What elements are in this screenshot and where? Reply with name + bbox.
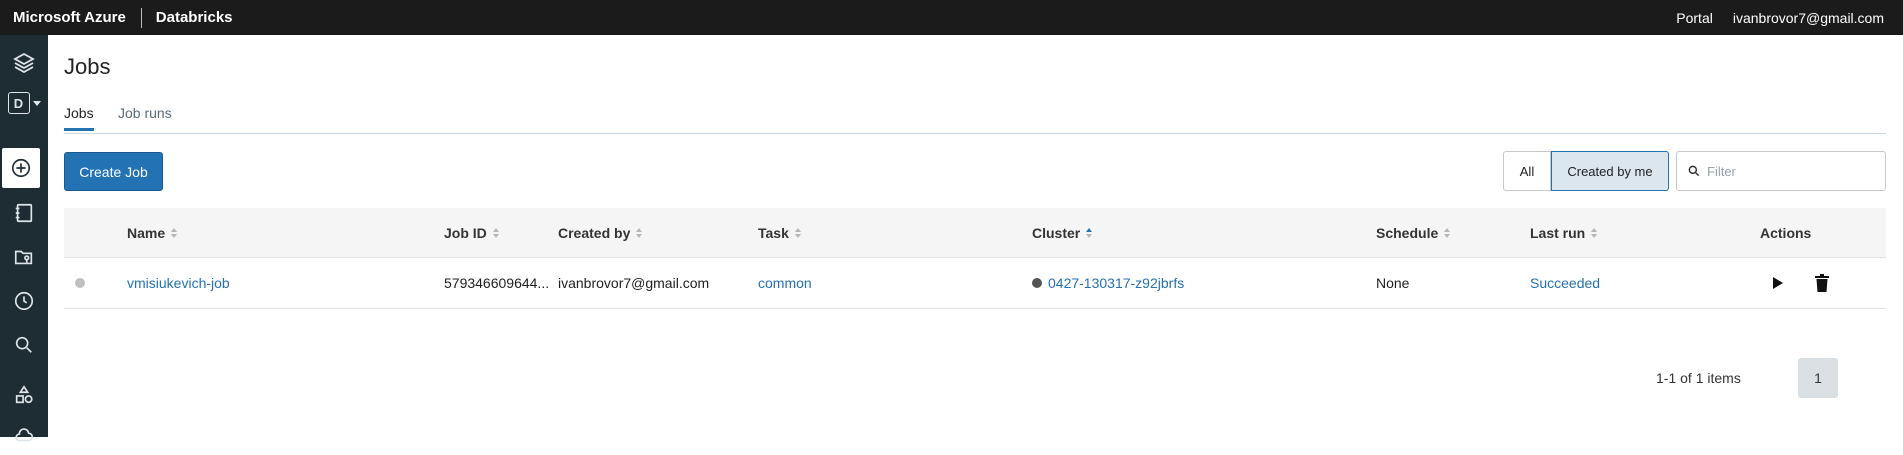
page-title: Jobs	[64, 54, 111, 79]
tab-jobs[interactable]: Jobs	[64, 105, 94, 131]
top-right-links: Portal ivanbrovor7@gmail.com	[1676, 10, 1903, 26]
portal-link[interactable]: Portal	[1676, 10, 1713, 26]
brand-name[interactable]: Microsoft Azure	[0, 9, 126, 26]
pagination: 1-1 of 1 items 1	[64, 358, 1886, 398]
search-icon[interactable]	[0, 325, 48, 365]
task-link[interactable]: common	[758, 258, 812, 308]
sort-icon	[492, 227, 499, 238]
created-by-cell: ivanbrovor7@gmail.com	[558, 275, 710, 291]
column-header-task[interactable]: Task	[758, 208, 801, 257]
top-bar: Microsoft Azure Databricks Portal ivanbr…	[0, 0, 1903, 35]
column-header-created-by[interactable]: Created by	[558, 208, 643, 257]
filter-created-by-me-button[interactable]: Created by me	[1551, 151, 1669, 191]
cluster-status-dot	[1032, 278, 1042, 288]
cluster-cell: 0427-130317-z92jbrfs	[1032, 258, 1184, 308]
table-row: vmisiukevich-job 579346609644... ivanbro…	[64, 258, 1886, 309]
column-label: Job ID	[444, 224, 487, 241]
pagination-summary: 1-1 of 1 items	[1656, 370, 1741, 386]
recents-icon[interactable]	[0, 281, 48, 321]
sort-icon	[794, 227, 801, 238]
column-label: Cluster	[1032, 224, 1081, 241]
sort-icon	[171, 227, 178, 238]
chevron-down-icon	[32, 100, 41, 106]
job-status-dot	[75, 278, 85, 288]
table-header: Name Job ID Created by Task Cluster Sche…	[64, 208, 1886, 258]
sort-ascending-icon	[1086, 227, 1093, 238]
sort-icon	[1591, 227, 1598, 238]
play-icon	[1773, 277, 1783, 289]
column-header-job-id[interactable]: Job ID	[444, 208, 499, 257]
sort-icon	[636, 227, 643, 238]
column-label: Last run	[1530, 224, 1586, 241]
column-header-last-run[interactable]: Last run	[1530, 208, 1598, 257]
job-name-link[interactable]: vmisiukevich-job	[127, 258, 230, 308]
user-account-menu[interactable]: ivanbrovor7@gmail.com	[1733, 10, 1884, 26]
trash-icon	[1815, 274, 1829, 292]
filter-input[interactable]	[1707, 163, 1877, 179]
cloud-icon[interactable]	[0, 415, 48, 455]
product-name[interactable]: Databricks	[156, 9, 233, 26]
create-job-button[interactable]: Create Job	[64, 152, 163, 191]
search-icon	[1688, 165, 1700, 177]
repos-icon[interactable]	[0, 237, 48, 277]
column-label: Actions	[1760, 224, 1812, 241]
workspace-switcher[interactable]: D	[0, 83, 48, 123]
last-run-link[interactable]: Succeeded	[1530, 258, 1600, 308]
notebook-icon[interactable]	[0, 193, 48, 233]
jobs-table: Name Job ID Created by Task Cluster Sche…	[64, 208, 1886, 309]
column-header-actions: Actions	[1760, 208, 1811, 257]
filter-all-button[interactable]: All	[1503, 151, 1551, 191]
tab-job-runs[interactable]: Job runs	[118, 105, 172, 128]
brand-divider	[140, 7, 142, 28]
cluster-link[interactable]: 0427-130317-z92jbrfs	[1048, 275, 1184, 291]
sidebar: D	[0, 35, 48, 442]
column-header-cluster[interactable]: Cluster	[1032, 208, 1093, 257]
layers-icon[interactable]	[0, 43, 48, 83]
column-header-name[interactable]: Name	[127, 208, 178, 257]
owner-filter-toggle: All Created by me	[1503, 151, 1669, 191]
run-now-button[interactable]	[1768, 273, 1788, 293]
actions-cell	[1760, 258, 1832, 308]
column-label: Created by	[558, 224, 631, 241]
page-button-1[interactable]: 1	[1798, 358, 1838, 398]
filter-box	[1676, 151, 1886, 191]
job-id-cell: 579346609644...	[444, 275, 550, 291]
column-label: Name	[127, 224, 166, 241]
sort-icon	[1444, 227, 1451, 238]
column-header-schedule[interactable]: Schedule	[1376, 208, 1451, 257]
tab-bar: Jobs Job runs	[64, 105, 1886, 134]
column-label: Schedule	[1376, 224, 1439, 241]
workspace-letter: D	[7, 92, 30, 114]
column-label: Task	[758, 224, 789, 241]
shapes-icon[interactable]	[0, 375, 48, 415]
schedule-cell: None	[1376, 275, 1410, 291]
delete-job-button[interactable]	[1812, 273, 1832, 293]
create-icon[interactable]	[2, 148, 40, 188]
